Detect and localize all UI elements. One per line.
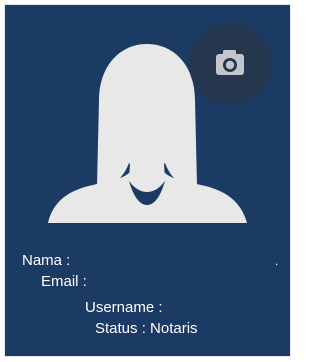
status-field: Status : Notaris [95, 320, 198, 338]
nama-label: Nama : [22, 252, 71, 269]
email-label: Email : [41, 273, 87, 290]
profile-info: Nama : . Email : Username : Status : Not… [5, 5, 290, 356]
nama-field: Nama : [22, 252, 70, 270]
trailing-dot: . [275, 254, 279, 268]
status-label: Status : [95, 320, 146, 337]
profile-card: Nama : . Email : Username : Status : Not… [4, 4, 291, 357]
username-field: Username : [85, 299, 163, 317]
status-value: Notaris [150, 320, 198, 337]
username-label: Username : [85, 299, 163, 316]
email-field: Email : [41, 273, 87, 291]
